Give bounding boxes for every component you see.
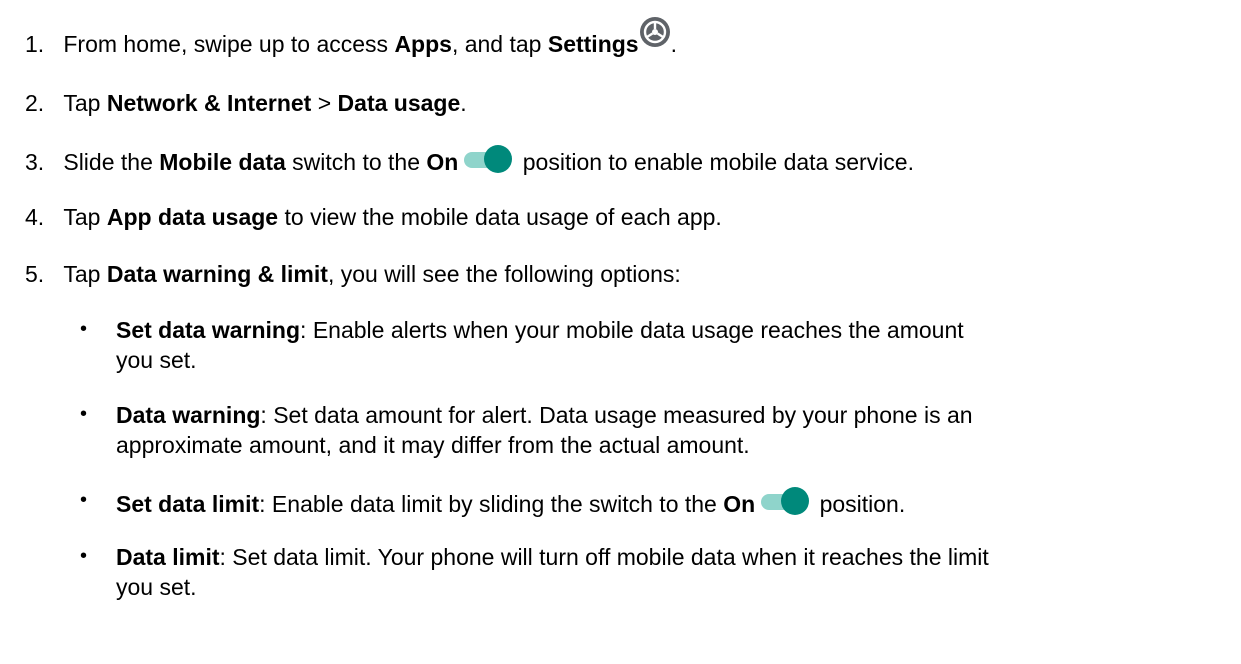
step-text: switch to the: [285, 149, 427, 175]
step-text: Tap: [63, 90, 107, 116]
step-text: , you will see the following options:: [327, 261, 681, 287]
bullet-text: : Enable alerts when your mobile data us…: [300, 317, 964, 343]
step-bold-mobile-data: Mobile data: [159, 149, 286, 175]
bullet-set-data-warning-cont: you set.: [116, 346, 197, 374]
step-2: 2. Tap Network & Internet > Data usage.: [25, 89, 467, 117]
step-number: 2.: [25, 90, 45, 116]
step-4: 4. Tap App data usage to view the mobile…: [25, 203, 722, 231]
step-text: , and tap: [451, 31, 548, 58]
bullet-data-limit-cont: you set.: [116, 573, 197, 601]
toggle-on-icon: [462, 145, 513, 173]
bullet-data-limit: Data limit: Set data limit. Your phone w…: [116, 543, 989, 571]
step-bold-data-usage: Data usage: [337, 90, 461, 116]
step-bold-network: Network & Internet: [106, 90, 312, 116]
step-number: 4.: [25, 204, 45, 230]
step-bold-apps: Apps: [394, 31, 452, 58]
bullet-text: : Set data limit. Your phone will turn o…: [219, 544, 989, 570]
bullet-marker: •: [80, 489, 88, 511]
step-3: 3. Slide the Mobile data switch to the O…: [25, 145, 914, 176]
step-1: 1. From home, swipe up to access Apps, a…: [25, 17, 677, 62]
bullet-set-data-limit: Set data limit: Enable data limit by sli…: [116, 487, 905, 518]
bullet-set-data-warning: Set data warning: Enable alerts when you…: [116, 316, 964, 344]
step-text: Slide the: [63, 149, 160, 175]
step-5: 5. Tap Data warning & limit, you will se…: [25, 260, 681, 288]
bullet-bold: Set data warning: [116, 317, 301, 343]
step-bold-settings: Settings: [547, 31, 639, 58]
step-text: Tap: [63, 261, 107, 287]
step-text: .: [670, 31, 677, 58]
step-bold-on: On: [426, 149, 459, 175]
settings-gear-icon: [639, 16, 671, 48]
bullet-data-warning-cont: approximate amount, and it may differ fr…: [116, 431, 750, 459]
step-number: 3.: [25, 149, 45, 175]
step-text: position to enable mobile data service.: [516, 149, 914, 175]
bullet-marker: •: [80, 403, 88, 425]
bullet-text: approximate amount, and it may differ fr…: [116, 432, 750, 458]
bullet-text: : Set data amount for alert. Data usage …: [260, 402, 973, 428]
bullet-data-warning: Data warning: Set data amount for alert.…: [116, 401, 973, 429]
bullet-bold: Data warning: [116, 402, 261, 428]
bullet-bold: Set data limit: [116, 491, 260, 517]
bullet-text: you set.: [116, 347, 197, 373]
step-bold-data-warning-limit: Data warning & limit: [106, 261, 328, 287]
step-text: Tap: [63, 204, 107, 230]
bullet-text: you set.: [116, 574, 197, 600]
step-number: 5.: [25, 261, 45, 287]
bullet-bold: Data limit: [116, 544, 220, 570]
step-text: .: [460, 90, 467, 116]
bullet-text: position.: [813, 491, 906, 517]
toggle-on-icon: [759, 487, 810, 515]
bullet-marker: •: [80, 318, 88, 340]
step-number: 1.: [25, 31, 45, 58]
step-text: From home, swipe up to access: [63, 31, 395, 58]
step-text: >: [311, 90, 338, 116]
bullet-bold-on: On: [723, 491, 756, 517]
bullet-text: : Enable data limit by sliding the switc…: [259, 491, 724, 517]
step-text: to view the mobile data usage of each ap…: [278, 204, 722, 230]
bullet-marker: •: [80, 545, 88, 567]
step-bold-app-data-usage: App data usage: [106, 204, 279, 230]
